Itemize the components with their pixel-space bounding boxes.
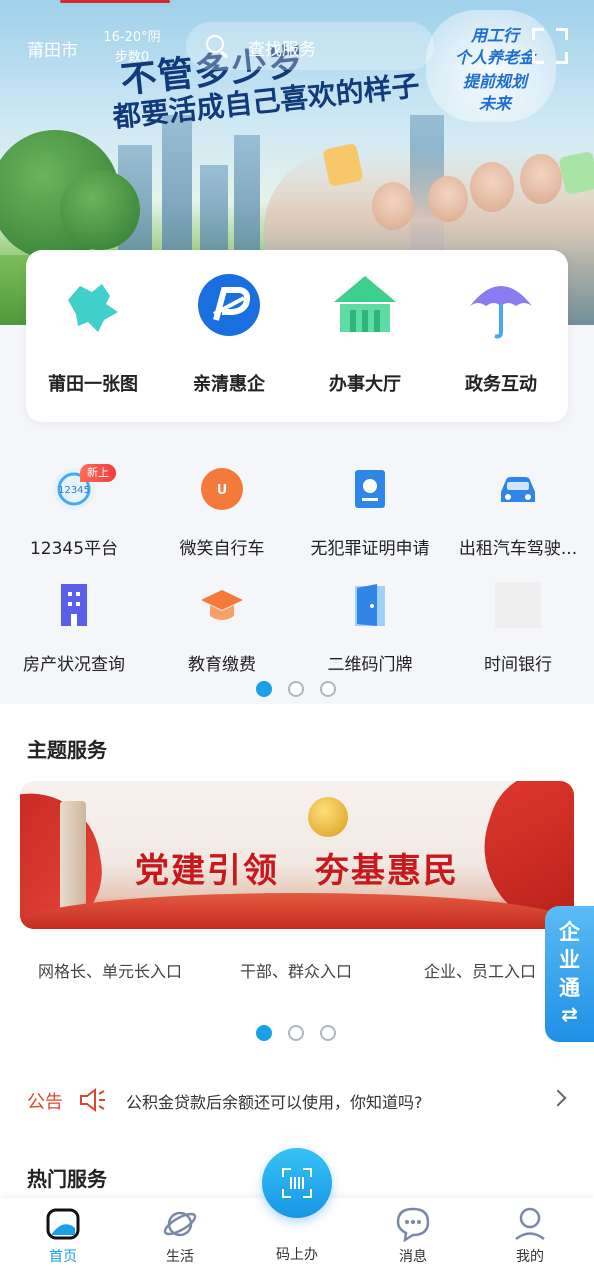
building-icon [51, 582, 97, 628]
hall-building-icon [330, 270, 400, 340]
megaphone-icon [78, 1088, 106, 1112]
top-services-card: 莆田一张图 亲清惠企 办事大厅 政务互动 [26, 250, 568, 422]
grid-item-12345[interactable]: 12345 12345平台 [0, 466, 148, 559]
service-label: 莆田一张图 [48, 374, 138, 395]
grid-item-property[interactable]: 房产状况查询 [0, 582, 148, 675]
scan-icon[interactable] [532, 28, 568, 64]
graduation-cap-icon [199, 582, 245, 628]
skyscraper [162, 115, 192, 255]
grid-item-time-bank[interactable]: 时间银行 [444, 582, 592, 675]
map-icon [58, 270, 128, 340]
certificate-icon [347, 466, 393, 512]
service-label: 政务互动 [465, 374, 537, 395]
taxi-icon [495, 466, 541, 512]
enterprise-tong-tab[interactable]: 企 业 通 ⇄ [545, 906, 594, 1042]
grid-label: 微笑自行车 [179, 539, 265, 559]
tab-scan[interactable]: 码上办 [247, 1240, 347, 1264]
service-label: 亲清惠企 [193, 374, 265, 395]
svg-text:U: U [217, 483, 228, 498]
entry-grid-leader[interactable]: 网格长、单元长入口 [38, 958, 182, 982]
person [428, 176, 468, 222]
entry-enterprise-staff[interactable]: 企业、员工入口 [424, 958, 536, 982]
banner-title: 党建引领 夯基惠民 [135, 851, 459, 891]
switch-icon: ⇄ [561, 1002, 578, 1026]
tab-home[interactable]: 首页 [13, 1206, 113, 1266]
home-icon [45, 1206, 81, 1242]
side-tab-char: 通 [559, 976, 580, 1000]
grid-label: 教育缴费 [188, 655, 256, 675]
pager-dot[interactable] [288, 681, 304, 697]
scan-code-button[interactable] [262, 1148, 332, 1218]
person [372, 182, 414, 230]
notice-label: 公告 [27, 1092, 63, 1113]
service-qinqing[interactable]: 亲清惠企 [162, 270, 296, 396]
tab-label: 首页 [49, 1249, 77, 1265]
service-putian-map[interactable]: 莆田一张图 [26, 270, 160, 396]
grid-item-qr-doorplate[interactable]: 二维码门牌 [296, 582, 444, 675]
side-tab-char: 企 [559, 920, 580, 944]
door-icon [347, 582, 393, 628]
cloud-text: 提前规划 [462, 72, 527, 91]
city-selector[interactable]: 莆田市 [27, 36, 78, 61]
grid-item-taxi[interactable]: 出租汽车驾驶... [444, 466, 592, 559]
placeholder-icon [495, 582, 541, 628]
grid-item-no-crime-cert[interactable]: 无犯罪证明申请 [296, 466, 444, 559]
weather-info: 16-20°阴 步数0 [100, 28, 164, 68]
smile-bike-icon: U [199, 466, 245, 512]
service-interaction[interactable]: 政务互动 [434, 270, 568, 396]
section-title-theme: 主题服务 [27, 738, 107, 762]
grid-label: 无犯罪证明申请 [310, 539, 430, 559]
tree [60, 170, 140, 250]
tab-label: 我的 [516, 1249, 544, 1265]
pager-dot[interactable] [320, 1025, 336, 1041]
section-title-hot: 热门服务 [27, 1167, 107, 1191]
skyscraper [234, 135, 260, 255]
search-icon [206, 35, 224, 53]
cloud-text: 未来 [478, 94, 511, 113]
person [470, 162, 514, 212]
party-building-banner[interactable]: 党建引领 夯基惠民 [20, 781, 574, 929]
red-wave [20, 893, 574, 929]
grid-item-education-fee[interactable]: 教育缴费 [148, 582, 296, 675]
grid-label: 时间银行 [484, 655, 552, 675]
search-placeholder: 查找服务 [248, 40, 316, 60]
service-label: 办事大厅 [329, 374, 401, 395]
enterprise-logo-icon [194, 270, 264, 340]
tab-label: 消息 [399, 1249, 427, 1265]
new-badge: 新上 [80, 464, 116, 482]
profile-icon [512, 1206, 548, 1242]
grid-label: 12345平台 [29, 539, 119, 559]
notice-text[interactable]: 公积金贷款后余额还可以使用，你知道吗? [126, 1089, 423, 1113]
tab-message[interactable]: 消息 [363, 1206, 463, 1266]
side-tab-char: 业 [559, 948, 580, 972]
tab-label: 码上办 [276, 1247, 318, 1263]
grid-item-smile-bike[interactable]: U 微笑自行车 [148, 466, 296, 559]
pager-dot-active[interactable] [256, 681, 272, 697]
party-emblem-icon [308, 797, 348, 837]
search-input[interactable]: 查找服务 [186, 22, 434, 70]
grid-label: 出租汽车驾驶... [458, 539, 578, 559]
tab-label: 生活 [166, 1249, 194, 1265]
skyscraper [200, 165, 228, 255]
svg-text:12345: 12345 [58, 485, 90, 496]
pager-dot[interactable] [320, 681, 336, 697]
step-count: 步数0 [114, 50, 150, 65]
grid-label: 房产状况查询 [23, 655, 125, 675]
planet-icon [162, 1206, 198, 1242]
umbrella-icon [466, 270, 536, 340]
pager-dot[interactable] [288, 1025, 304, 1041]
message-icon [395, 1206, 431, 1243]
grid-label: 二维码门牌 [327, 655, 413, 675]
entry-cadre-public[interactable]: 干部、群众入口 [240, 958, 352, 982]
barcode-lines [290, 1177, 304, 1189]
tab-life[interactable]: 生活 [130, 1206, 230, 1266]
service-hall[interactable]: 办事大厅 [298, 270, 432, 396]
top-red-bar [60, 0, 170, 3]
person [520, 154, 562, 204]
weather-temp: 16-20°阴 [103, 30, 161, 45]
pager-dot-active[interactable] [256, 1025, 272, 1041]
tab-mine[interactable]: 我的 [480, 1206, 580, 1266]
